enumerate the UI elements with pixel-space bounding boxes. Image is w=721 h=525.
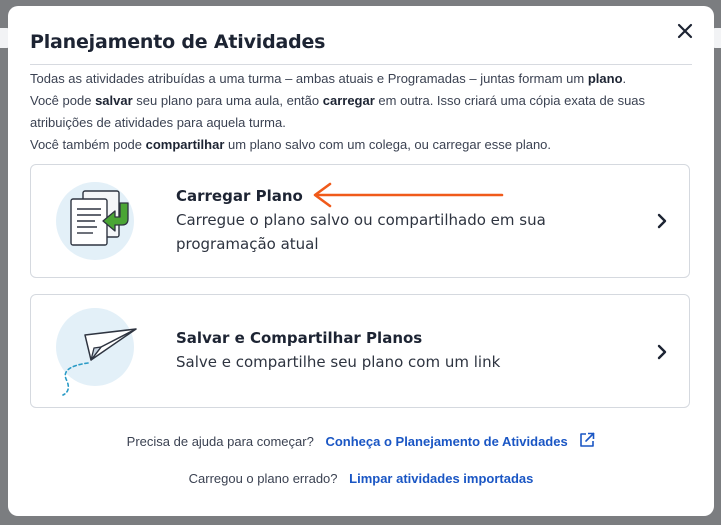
wrong-plan-prompt: Carregou o plano errado? bbox=[188, 471, 338, 486]
dialog-title: Planejamento de Atividades bbox=[30, 31, 326, 53]
annotation-arrow-icon bbox=[313, 182, 504, 208]
paper-plane-icon bbox=[56, 308, 137, 396]
intro-line-3: atribuições de atividades para aquela tu… bbox=[30, 115, 286, 130]
title-divider bbox=[30, 64, 692, 65]
chevron-right-icon[interactable] bbox=[655, 212, 669, 230]
intro-text: Todas as atividades atribuídas a uma tur… bbox=[30, 68, 690, 156]
chevron-right-icon[interactable] bbox=[655, 343, 669, 361]
external-link-icon[interactable] bbox=[579, 432, 595, 448]
intro-line-1: Todas as atividades atribuídas a uma tur… bbox=[30, 71, 627, 86]
help-link[interactable]: Conheça o Planejamento de Atividades bbox=[325, 434, 567, 449]
intro-line-2: Você pode salvar seu plano para uma aula… bbox=[30, 93, 646, 108]
help-row: Precisa de ajuda para começar? Conheça o… bbox=[8, 432, 714, 449]
wrong-plan-row: Carregou o plano errado? Limpar atividad… bbox=[8, 471, 714, 486]
intro-line-4: Você também pode compartilhar um plano s… bbox=[30, 137, 552, 152]
clear-imported-activities-link[interactable]: Limpar atividades importadas bbox=[349, 471, 533, 486]
close-icon[interactable] bbox=[676, 22, 694, 40]
help-prompt: Precisa de ajuda para começar? bbox=[126, 434, 314, 449]
save-share-description: Salve e compartilhe seu plano com um lin… bbox=[176, 353, 501, 371]
save-share-title: Salvar e Compartilhar Planos bbox=[176, 329, 423, 347]
document-load-icon bbox=[56, 182, 134, 260]
load-plan-title: Carregar Plano bbox=[176, 187, 303, 205]
activity-planning-dialog: Planejamento de Atividades Todas as ativ… bbox=[8, 6, 714, 516]
save-share-plan-card[interactable]: Salvar e Compartilhar Planos Salve e com… bbox=[30, 294, 690, 408]
load-plan-description: Carregue o plano salvo ou compartilhado … bbox=[176, 211, 546, 253]
